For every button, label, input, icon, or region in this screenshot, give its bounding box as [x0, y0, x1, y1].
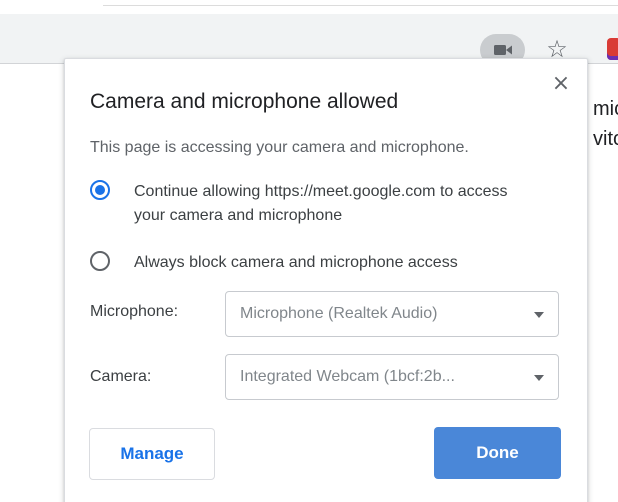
browser-toolbar: ☆ — [0, 14, 618, 66]
radio-continue-allowing[interactable] — [90, 180, 110, 200]
window-divider — [103, 5, 618, 6]
option-always-block[interactable]: Always block camera and microphone acces… — [90, 251, 534, 275]
background-page-text: mic vitc — [593, 94, 618, 154]
microphone-select-value: Microphone (Realtek Audio) — [240, 305, 438, 322]
video-camera-icon — [493, 45, 512, 55]
done-button[interactable]: Done — [434, 427, 561, 479]
camera-select-value: Integrated Webcam (1bcf:2b... — [240, 368, 455, 385]
close-icon[interactable]: × — [546, 70, 576, 98]
popup-subtitle: This page is accessing your camera and m… — [90, 139, 469, 156]
camera-select[interactable]: Integrated Webcam (1bcf:2b... — [225, 354, 559, 400]
option-label: Continue allowing https://meet.google.co… — [134, 183, 508, 224]
manage-button[interactable]: Manage — [89, 428, 215, 480]
popup-title: Camera and microphone allowed — [90, 90, 399, 113]
background-text-line: vitc — [593, 128, 618, 150]
chevron-down-icon — [534, 375, 544, 381]
extension-icon[interactable] — [607, 38, 618, 60]
microphone-select[interactable]: Microphone (Realtek Audio) — [225, 291, 559, 337]
background-text-line: mic — [593, 98, 618, 120]
browser-window: ☆ mic vitc × Camera and microphone allow… — [0, 0, 618, 502]
option-label: Always block camera and microphone acces… — [134, 254, 458, 271]
chevron-down-icon — [534, 312, 544, 318]
camera-label: Camera: — [90, 368, 152, 385]
microphone-label: Microphone: — [90, 303, 179, 320]
option-continue-allowing[interactable]: Continue allowing https://meet.google.co… — [90, 180, 534, 228]
radio-always-block[interactable] — [90, 251, 110, 271]
